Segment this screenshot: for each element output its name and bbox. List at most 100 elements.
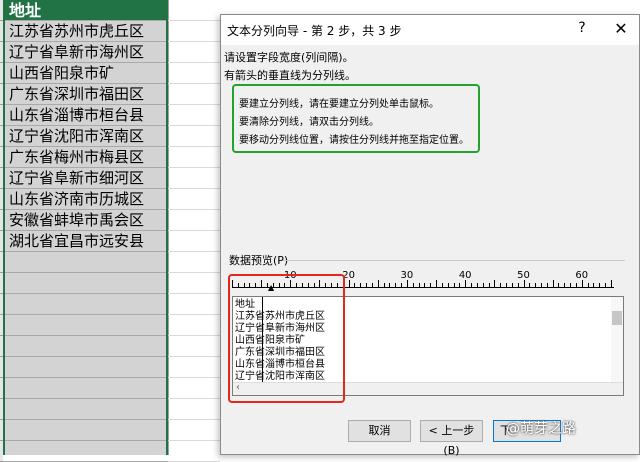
ruler-tick: [564, 283, 566, 287]
ruler-tick: [558, 283, 560, 287]
ruler-tick: [366, 283, 368, 287]
ruler-tick: [587, 283, 589, 287]
row-header-stub[interactable]: [0, 168, 3, 189]
ruler-tick: [535, 283, 537, 287]
ruler-tick: [401, 283, 403, 287]
ruler-tick: [360, 283, 362, 287]
ruler-tick: [494, 280, 496, 287]
ruler-tick: [459, 283, 461, 287]
text-to-columns-dialog: 文本分列向导 - 第 2 步，共 3 步 ? ✕ 请设置字段宽度(列间隔)。 有…: [220, 14, 640, 457]
gridline: [168, 398, 220, 399]
ruler-number: 30: [400, 270, 414, 281]
ruler-tick: [511, 283, 513, 287]
scroll-thumb[interactable]: [612, 311, 622, 325]
row-header-stub[interactable]: [0, 210, 3, 231]
ruler-tick: [476, 283, 478, 287]
ruler-tick: [500, 283, 502, 287]
gridline: [168, 335, 220, 336]
ruler-tick: [395, 283, 397, 287]
row-header-stub[interactable]: [0, 399, 3, 420]
ruler-tick: [406, 280, 408, 287]
row-header-stub[interactable]: [0, 273, 3, 294]
gridline: [168, 41, 220, 42]
row-header-stub[interactable]: [0, 357, 3, 378]
ruler-tick: [488, 283, 490, 287]
gridline: [168, 314, 220, 315]
help-button[interactable]: ?: [573, 20, 591, 36]
info-line-move: 要移动分列线位置，请按住分列线并拖至指定位置。: [239, 135, 469, 146]
watermark-text: @萌芽之路: [506, 421, 576, 437]
instruction-fixed-width: 请设置字段宽度(列间隔)。: [224, 51, 354, 64]
ruler-tick: [447, 283, 449, 287]
gridline: [168, 62, 220, 63]
gridline: [168, 188, 220, 189]
row-header-stub[interactable]: [0, 21, 3, 42]
ruler-tick: [506, 283, 507, 287]
row-header-stub[interactable]: [0, 42, 3, 63]
close-button[interactable]: ✕: [611, 19, 631, 38]
ruler-tick: [412, 283, 414, 287]
ruler-tick: [610, 280, 612, 287]
row-header-stub[interactable]: [0, 420, 3, 441]
gridline: [168, 272, 220, 273]
ruler-tick: [354, 283, 356, 287]
row-header-stub[interactable]: [0, 294, 3, 315]
row-header-stub[interactable]: [0, 147, 3, 168]
ruler-number: 40: [458, 270, 472, 281]
row-header-stub[interactable]: [0, 231, 3, 252]
ruler-tick: [471, 283, 473, 287]
red-highlight-box: [228, 274, 345, 403]
row-header-stub[interactable]: [0, 105, 3, 126]
gridline: [168, 419, 220, 420]
ruler-tick: [546, 283, 548, 287]
ruler-tick: [552, 280, 554, 287]
ruler-tick: [377, 280, 379, 287]
ruler-tick: [389, 283, 391, 287]
row-header-stub[interactable]: [0, 441, 3, 462]
data-preview-label: 数据预览(P): [229, 254, 289, 267]
ruler-tick: [517, 283, 519, 287]
row-header-stub[interactable]: [0, 84, 3, 105]
gridline: [168, 83, 220, 84]
row-header-stub[interactable]: [0, 336, 3, 357]
gridline: [168, 230, 220, 231]
ruler-tick: [570, 283, 572, 287]
gridline: [168, 20, 220, 21]
gridline: [168, 125, 220, 126]
row-header-stub[interactable]: [0, 189, 3, 210]
ruler-tick: [383, 283, 385, 287]
gridline: [168, 293, 220, 294]
gridline: [168, 377, 220, 378]
row-header-stub[interactable]: [0, 126, 3, 147]
ruler-tick: [482, 283, 484, 287]
ruler-tick: [581, 280, 583, 287]
preview-vertical-scrollbar[interactable]: [611, 297, 623, 383]
ruler-number: 60: [575, 270, 589, 281]
info-line-create: 要建立分列线，请在要建立分列处单击鼠标。: [239, 99, 439, 110]
gridline: [168, 251, 220, 252]
info-line-clear: 要清除分列线，请双击分列线。: [239, 117, 379, 128]
row-header-stub[interactable]: [0, 315, 3, 336]
ruler-tick: [371, 283, 373, 287]
gridline: [168, 167, 220, 168]
dialog-title: 文本分列向导 - 第 2 步，共 3 步: [227, 24, 402, 38]
gridline: [168, 146, 220, 147]
row-header-stub[interactable]: [0, 63, 3, 84]
ruler-tick: [529, 283, 531, 287]
row-header-stub[interactable]: [0, 0, 3, 21]
ruler-tick: [436, 280, 438, 287]
ruler-number: 50: [517, 270, 530, 281]
ruler-tick: [441, 283, 443, 287]
row-header-stub[interactable]: [0, 252, 3, 273]
column-selection-border: [3, 0, 168, 455]
ruler-tick: [348, 280, 350, 287]
gridline: [168, 356, 220, 357]
gridline: [168, 104, 220, 105]
ruler-tick: [424, 283, 426, 287]
cancel-button[interactable]: 取消: [348, 420, 411, 442]
back-button[interactable]: < 上一步(B): [420, 420, 483, 457]
ruler-tick: [430, 283, 432, 287]
ruler-tick: [605, 283, 607, 287]
row-header-stub[interactable]: [0, 378, 3, 399]
ruler-tick: [540, 283, 542, 287]
